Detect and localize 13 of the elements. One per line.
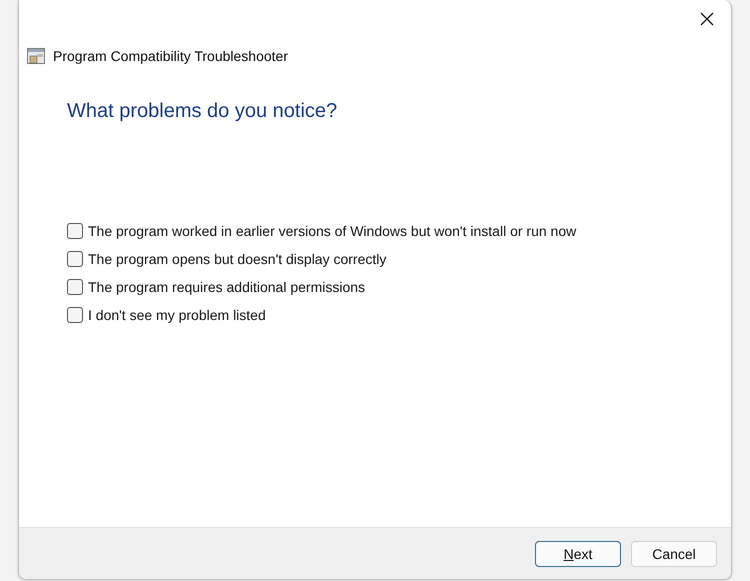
program-window-icon [27,48,45,64]
checkbox[interactable] [67,251,83,267]
window-title: Program Compatibility Troubleshooter [53,48,288,64]
checkbox[interactable] [67,307,83,323]
checkbox-label: The program opens but doesn't display correctly [88,251,386,267]
default-button[interactable]: Next [535,540,621,566]
checkbox[interactable] [67,279,83,295]
checkbox-label: The program worked in earlier versions of Windows but won't install or run now [88,223,576,239]
checkbox-label: I don't see my problem listed [88,307,266,323]
checkbox-label: The program requires additional permissions [88,279,366,295]
dialog-button[interactable]: Cancel [631,540,717,566]
checkbox[interactable] [67,223,83,239]
page-heading: What problems do you notice? [67,100,338,123]
